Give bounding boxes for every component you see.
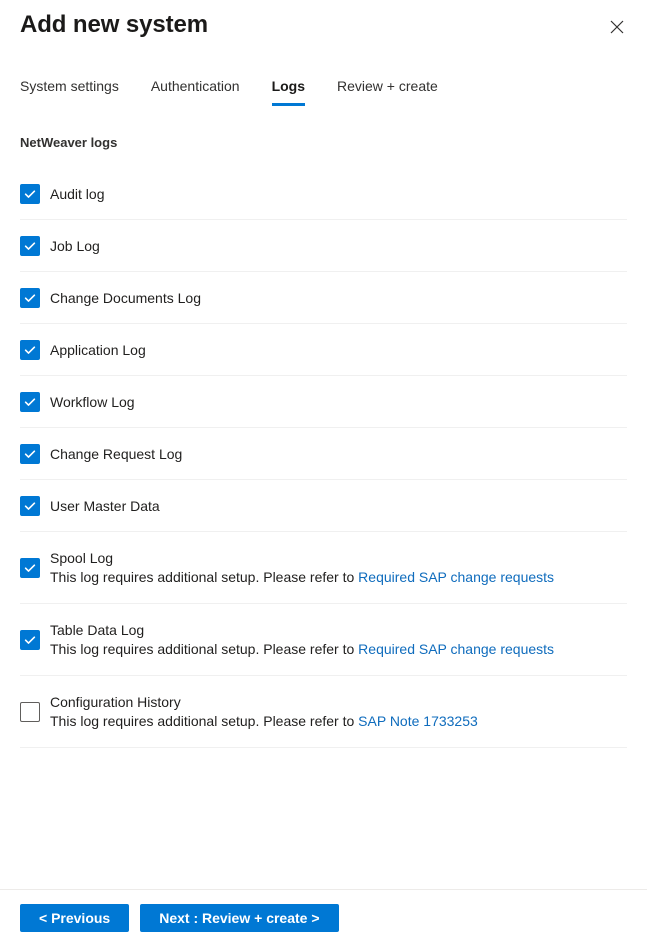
log-text: User Master Data (50, 496, 627, 516)
list-item[interactable]: Audit log (20, 168, 627, 220)
list-item-label: User Master Data (50, 497, 160, 514)
tab-review-create[interactable]: Review + create (321, 76, 454, 106)
checkbox-change-documents-log[interactable] (20, 287, 40, 308)
tab-authentication[interactable]: Authentication (135, 76, 256, 106)
list-item[interactable]: User Master Data (20, 480, 627, 532)
checkbox-audit-log[interactable] (20, 183, 40, 204)
list-item-label: Audit log (50, 185, 105, 202)
log-text: Change Request Log (50, 444, 627, 464)
previous-button[interactable]: < Previous (20, 904, 130, 932)
list-item-note: This log requires additional setup. Plea… (50, 640, 627, 659)
note-text: This log requires additional setup. Plea… (50, 568, 359, 585)
blade-header: Add new system (0, 0, 647, 62)
log-text: Configuration History This log requires … (50, 693, 627, 731)
list-item[interactable]: Spool Log This log requires additional s… (20, 532, 627, 604)
checkbox-workflow-log[interactable] (20, 391, 40, 412)
link-sap-note[interactable]: SAP Note 1733253 (358, 713, 478, 729)
list-item-label: Configuration History (50, 693, 181, 710)
page-title: Add new system (20, 11, 208, 38)
log-text: Workflow Log (50, 392, 627, 412)
list-item[interactable]: Table Data Log This log requires additio… (20, 604, 627, 676)
next-review-create-button[interactable]: Next : Review + create > (140, 904, 339, 932)
checkbox-user-master-data[interactable] (20, 495, 40, 516)
list-item-label: Job Log (50, 237, 100, 254)
list-item-label: Workflow Log (50, 393, 135, 410)
netweaver-logs-section: NetWeaver logs Audit log Job Log Change (0, 134, 647, 748)
note-text: This log requires additional setup. Plea… (50, 640, 359, 657)
list-item[interactable]: Workflow Log (20, 376, 627, 428)
log-text: Application Log (50, 340, 627, 360)
checkbox-table-data-log[interactable] (20, 629, 40, 650)
checkbox-application-log[interactable] (20, 339, 40, 360)
list-item-label: Spool Log (50, 549, 114, 566)
list-item[interactable]: Change Request Log (20, 428, 627, 480)
checkbox-job-log[interactable] (20, 235, 40, 256)
tab-system-settings[interactable]: System settings (20, 76, 135, 106)
list-item-label: Table Data Log (50, 621, 145, 638)
log-text: Job Log (50, 236, 627, 256)
log-list: Audit log Job Log Change Documents Log A… (20, 168, 627, 748)
list-item[interactable]: Change Documents Log (20, 272, 627, 324)
list-item[interactable]: Job Log (20, 220, 627, 272)
close-icon (610, 20, 624, 34)
list-item-label: Application Log (50, 341, 146, 358)
tab-strip: System settings Authentication Logs Revi… (0, 76, 647, 110)
list-item-note: This log requires additional setup. Plea… (50, 712, 627, 731)
link-required-sap-change-requests[interactable]: Required SAP change requests (358, 641, 554, 657)
log-text: Change Documents Log (50, 288, 627, 308)
log-text: Audit log (50, 184, 627, 204)
note-text: This log requires additional setup. Plea… (50, 712, 359, 729)
log-text: Spool Log This log requires additional s… (50, 549, 627, 587)
close-button[interactable] (603, 13, 631, 41)
tab-logs[interactable]: Logs (256, 76, 321, 106)
checkbox-spool-log[interactable] (20, 557, 40, 578)
list-item-note: This log requires additional setup. Plea… (50, 568, 627, 587)
log-text: Table Data Log This log requires additio… (50, 621, 627, 659)
checkbox-configuration-history[interactable] (20, 701, 40, 722)
list-item[interactable]: Application Log (20, 324, 627, 376)
list-item-label: Change Request Log (50, 445, 183, 462)
list-item-label: Change Documents Log (50, 289, 201, 306)
checkbox-change-request-log[interactable] (20, 443, 40, 464)
list-item[interactable]: Configuration History This log requires … (20, 676, 627, 748)
blade-footer: < Previous Next : Review + create > (0, 889, 647, 946)
section-heading: NetWeaver logs (20, 135, 118, 150)
link-required-sap-change-requests[interactable]: Required SAP change requests (358, 569, 554, 585)
